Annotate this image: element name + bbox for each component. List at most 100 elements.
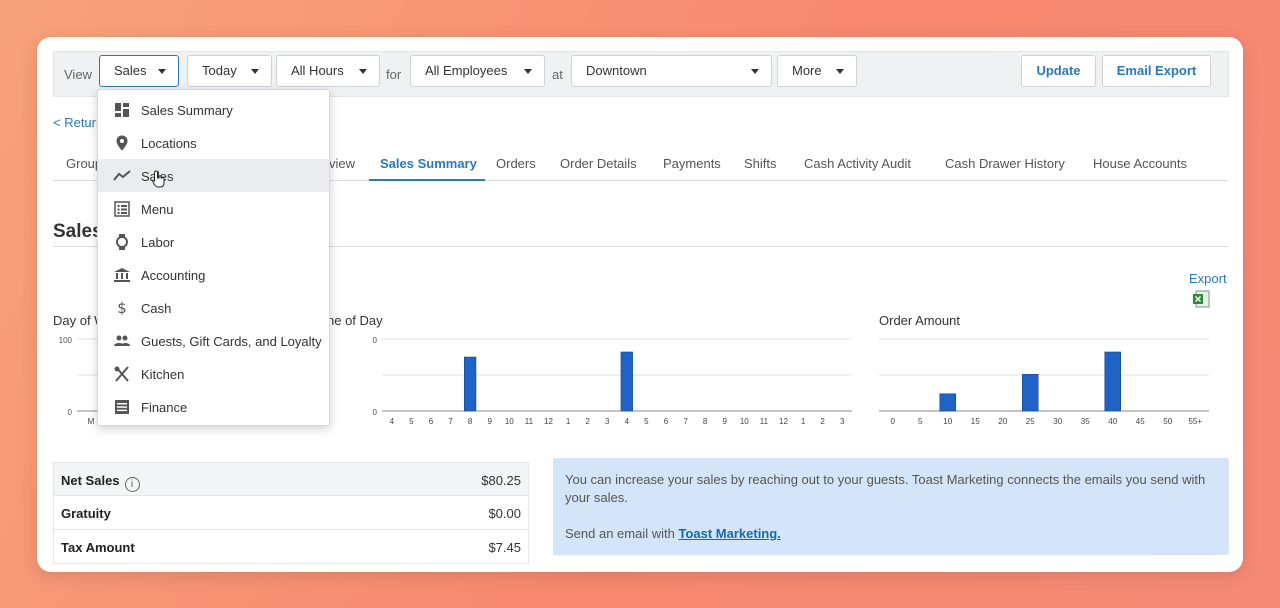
x-tick-label: 6 — [429, 417, 434, 426]
menu-item-label: Guests, Gift Cards, and Loyalty — [141, 334, 322, 349]
bank-icon — [114, 268, 130, 282]
dollar-icon: $ — [117, 299, 127, 317]
x-tick-label: 0 — [891, 417, 896, 426]
row-label: Net Sales i — [61, 473, 140, 492]
menu-item-label: Cash — [141, 301, 172, 316]
chart-title-order-amount: Order Amount — [879, 313, 960, 328]
y-tick-label: 0 — [373, 336, 378, 345]
x-tick-label: 55+ — [1188, 417, 1202, 426]
menu-item-sales[interactable]: Sales — [98, 159, 329, 192]
chevron-down-icon — [836, 69, 844, 74]
svg-text:$: $ — [117, 299, 127, 317]
section-title: Sales — [53, 221, 103, 242]
x-tick-label: 12 — [544, 417, 553, 426]
date-select[interactable]: Today — [187, 55, 272, 87]
tab-cash-drawer-history[interactable]: Cash Drawer History — [945, 156, 1065, 171]
table-row: Gratuity $0.00 — [53, 496, 529, 530]
chart-order-amount: 0 5 10 15 20 25 30 35 40 45 50 55+ — [879, 338, 1209, 426]
dashboard-icon — [115, 103, 129, 117]
chevron-down-icon — [158, 69, 166, 74]
trend-line-icon — [113, 170, 131, 181]
x-tick-label: 10 — [943, 417, 952, 426]
chevron-down-icon — [524, 69, 532, 74]
tab-shifts[interactable]: Shifts — [744, 156, 777, 171]
view-label: View — [64, 67, 92, 82]
location-select-value: Downtown — [586, 63, 647, 78]
menu-item-label: Finance — [141, 400, 188, 415]
menu-item-labor[interactable]: Labor — [98, 225, 329, 258]
table-row: Net Sales i $80.25 — [53, 462, 529, 496]
toast-marketing-link[interactable]: Toast Marketing. — [678, 526, 780, 541]
x-tick-label: 5 — [918, 417, 923, 426]
row-label: Tax Amount — [61, 540, 135, 555]
more-select[interactable]: More — [777, 55, 857, 87]
more-select-value: More — [792, 63, 822, 78]
chevron-down-icon — [751, 69, 759, 74]
location-select[interactable]: Downtown — [571, 55, 772, 87]
promo-cta: Send an email with Toast Marketing. — [565, 525, 1217, 543]
menu-item-menu[interactable]: Menu — [98, 192, 329, 225]
hand-cursor-icon — [152, 170, 165, 188]
chart-bar[interactable] — [464, 356, 477, 412]
x-tick-label: 30 — [1053, 417, 1062, 426]
x-tick-label: 20 — [998, 417, 1007, 426]
chart-time-of-day: 004 5 6 7 8 9 10 11 12 1 2 3 4 5 6 7 8 9 10 11 12 1 2 3 — [373, 336, 852, 426]
tab-orders[interactable]: Orders — [496, 156, 536, 171]
chart-bar[interactable] — [939, 393, 956, 412]
menu-list-icon — [114, 201, 130, 217]
view-dropdown-menu: Sales Summary Locations Sales Menu Labor… — [97, 89, 330, 426]
info-icon[interactable]: i — [124, 477, 140, 492]
watch-icon — [116, 234, 128, 250]
menu-item-finance[interactable]: Finance — [98, 390, 329, 423]
tab-payments[interactable]: Payments — [663, 156, 721, 171]
employees-select[interactable]: All Employees — [410, 55, 545, 87]
x-tick-label: M — [88, 417, 95, 426]
menu-item-kitchen[interactable]: Kitchen — [98, 357, 329, 390]
x-tick-label: 2 — [585, 417, 590, 426]
export-link[interactable]: Export — [1189, 271, 1227, 286]
menu-item-locations[interactable]: Locations — [98, 126, 329, 159]
email-export-button[interactable]: Email Export — [1102, 55, 1211, 87]
return-link[interactable]: < Return — [53, 115, 103, 130]
x-tick-label: 11 — [525, 417, 534, 426]
update-button[interactable]: Update — [1021, 55, 1096, 87]
view-select[interactable]: Sales — [99, 55, 179, 87]
marketing-promo: You can increase your sales by reaching … — [553, 458, 1229, 555]
hours-select[interactable]: All Hours — [276, 55, 380, 87]
row-value: $7.45 — [488, 540, 521, 555]
x-tick-label: 7 — [448, 417, 453, 426]
x-tick-label: 4 — [625, 417, 630, 426]
x-tick-label: 9 — [722, 417, 727, 426]
x-tick-label: 5 — [409, 417, 414, 426]
menu-item-cash[interactable]: $ Cash — [98, 291, 329, 324]
x-tick-label: 1 — [566, 417, 571, 426]
utensils-icon — [114, 366, 129, 382]
tab-cash-activity-audit[interactable]: Cash Activity Audit — [804, 156, 911, 171]
chevron-down-icon — [251, 69, 259, 74]
tab-house-accounts[interactable]: House Accounts — [1093, 156, 1187, 171]
tab-sales-summary[interactable]: Sales Summary — [380, 156, 477, 171]
x-tick-label: 50 — [1163, 417, 1172, 426]
menu-item-label: Kitchen — [141, 367, 185, 382]
x-tick-label: 12 — [779, 417, 788, 426]
excel-icon[interactable] — [1192, 290, 1210, 308]
x-tick-label: 4 — [390, 417, 395, 426]
menu-item-accounting[interactable]: Accounting — [98, 258, 329, 291]
x-tick-label: 15 — [971, 417, 980, 426]
chart-bar[interactable] — [1104, 351, 1121, 412]
x-tick-label: 45 — [1136, 417, 1145, 426]
table-row: Tax Amount $7.45 — [53, 530, 529, 564]
row-label: Gratuity — [61, 506, 111, 521]
x-tick-label: 35 — [1081, 417, 1090, 426]
menu-item-guests[interactable]: Guests, Gift Cards, and Loyalty — [98, 324, 329, 357]
x-tick-label: 6 — [664, 417, 669, 426]
x-tick-label: 40 — [1108, 417, 1117, 426]
x-tick-label: 10 — [505, 417, 514, 426]
menu-item-sales-summary[interactable]: Sales Summary — [98, 93, 329, 126]
chart-bar[interactable] — [1022, 374, 1039, 412]
x-tick-label: 11 — [760, 417, 769, 426]
tab-order-details[interactable]: Order Details — [560, 156, 637, 171]
chart-bar[interactable] — [620, 351, 633, 412]
y-tick-label: 0 — [373, 408, 378, 417]
tab-overview[interactable]: view — [329, 156, 355, 171]
